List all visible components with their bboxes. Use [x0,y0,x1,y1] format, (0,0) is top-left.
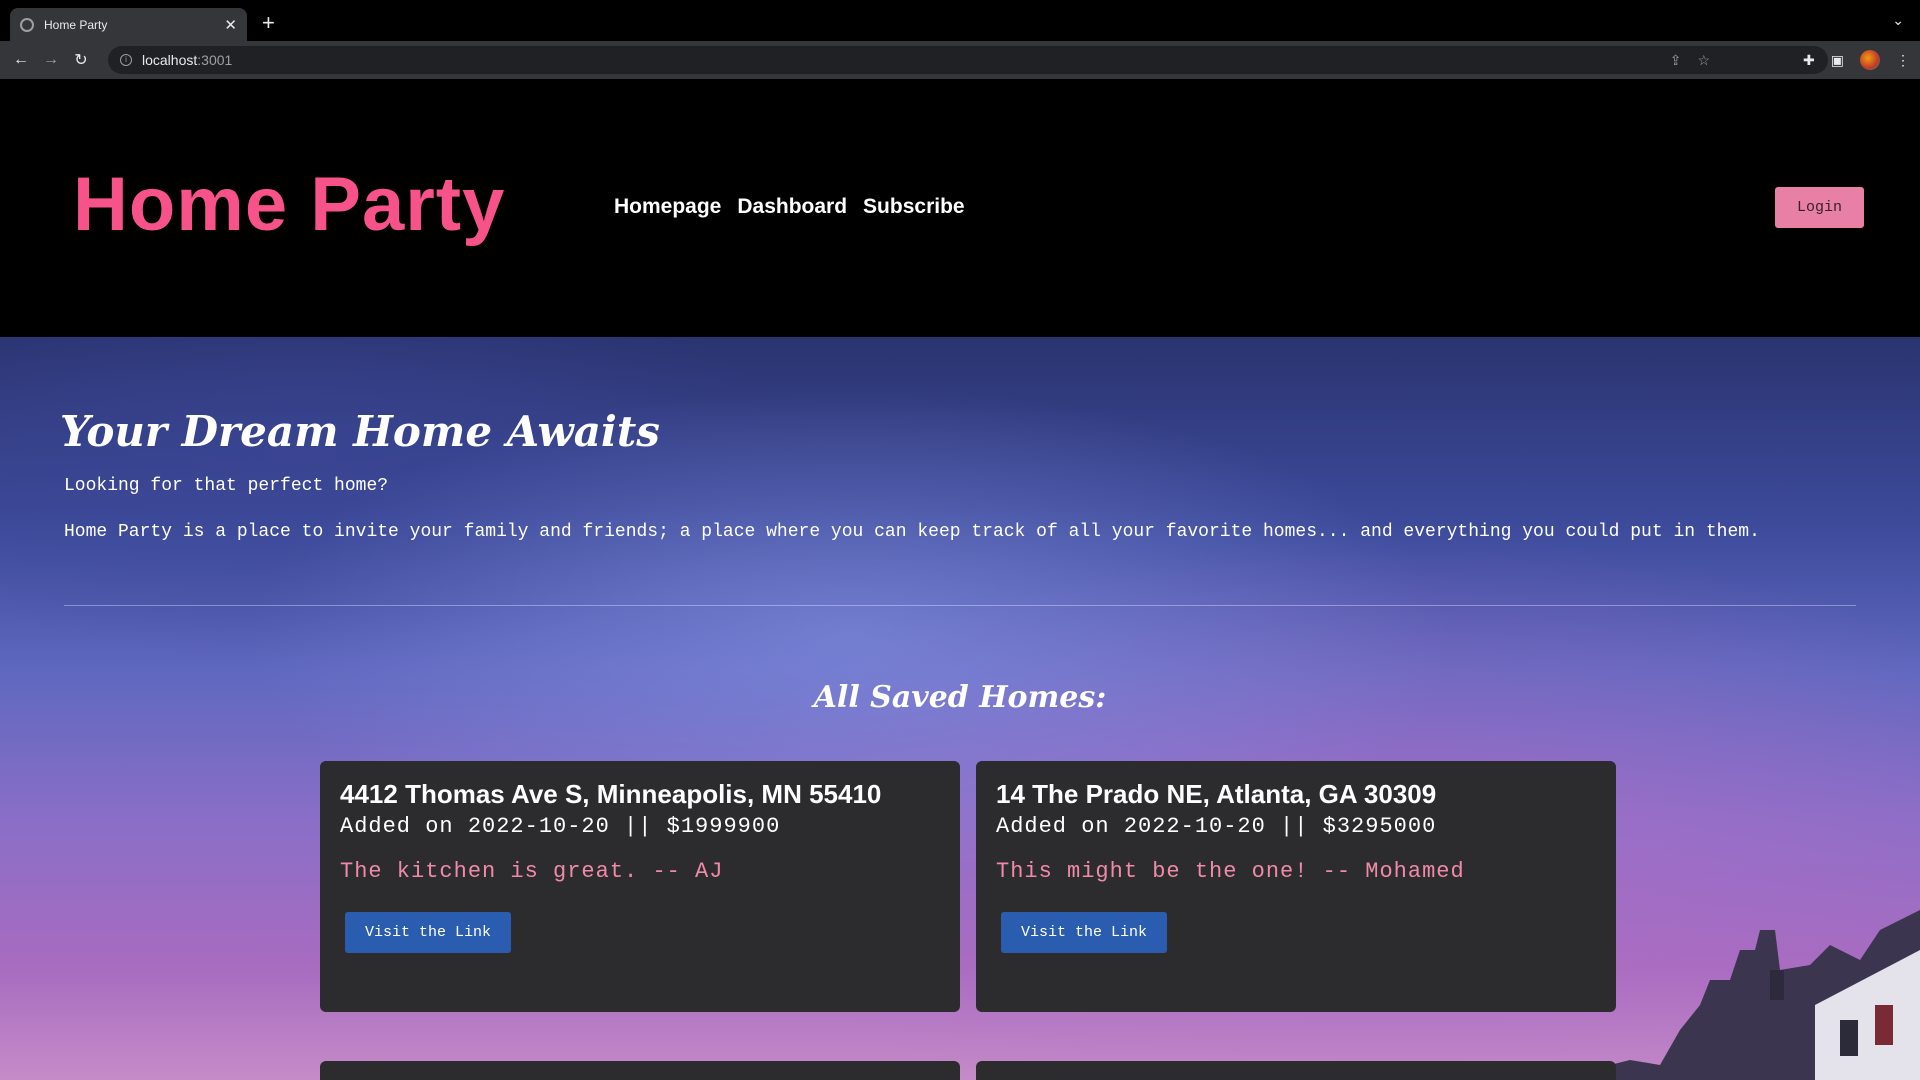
browser-tab-strip: Home Party ✕ + ⌄ [0,0,1920,41]
home-card-partial [976,1061,1616,1080]
login-button[interactable]: Login [1775,187,1864,228]
close-tab-icon[interactable]: ✕ [224,16,237,34]
browser-menu-icon[interactable]: ⋮ [1896,52,1910,69]
page-viewport: Home Party Homepage Dashboard Subscribe … [0,79,1920,1080]
home-address: 14 The Prado NE, Atlanta, GA 30309 [996,779,1437,809]
new-tab-icon[interactable]: + [262,10,275,36]
home-card: 14 The Prado NE, Atlanta, GA 30309 Added… [976,761,1616,1012]
visit-link-button[interactable]: Visit the Link [1001,912,1168,953]
brand-logo[interactable]: Home Party [73,161,505,248]
extensions-puzzle-icon[interactable]: ✚ [1803,52,1815,69]
browser-tab[interactable]: Home Party ✕ [10,8,247,41]
tab-search-icon[interactable]: ⌄ [1892,12,1904,29]
site-info-icon[interactable]: i [120,54,132,66]
home-address: 4412 Thomas Ave S, Minneapolis, MN 55410 [340,779,882,809]
url-text: localhost:3001 [142,52,233,68]
tab-title: Home Party [44,17,108,32]
home-note: This might be the one! -- Mohamed [996,859,1465,884]
globe-icon [20,17,34,32]
nav-subscribe[interactable]: Subscribe [863,195,965,219]
nav-homepage[interactable]: Homepage [614,195,721,219]
hero-description: Home Party is a place to invite your fam… [64,522,1760,542]
profile-avatar[interactable] [1860,50,1880,70]
nav-dashboard[interactable]: Dashboard [737,195,847,219]
bookmark-star-icon[interactable]: ☆ [1697,52,1710,69]
back-icon[interactable]: ← [6,51,36,69]
hero-title: Your Dream Home Awaits [60,407,660,456]
home-meta: Added on 2022-10-20 || $3295000 [996,814,1437,839]
home-card-partial [320,1061,960,1080]
house-silhouette-image [1590,910,1920,1080]
side-panel-icon[interactable]: ▣ [1831,52,1844,69]
site-header: Home Party Homepage Dashboard Subscribe … [0,79,1920,337]
hero-section: Your Dream Home Awaits Looking for that … [0,337,1920,1080]
divider [64,605,1856,606]
reload-icon[interactable]: ↻ [66,50,96,70]
saved-homes-title: All Saved Homes: [813,680,1107,715]
home-note: The kitchen is great. -- AJ [340,859,724,884]
browser-toolbar: ← → ↻ i localhost:3001 ⇪ ☆ ✚ ▣ ⋮ [0,41,1920,79]
home-card: 4412 Thomas Ave S, Minneapolis, MN 55410… [320,761,960,1012]
share-icon[interactable]: ⇪ [1670,52,1682,69]
address-bar[interactable]: i localhost:3001 ⇪ ☆ [108,46,1828,74]
hero-intro: Looking for that perfect home? [64,476,389,496]
home-meta: Added on 2022-10-20 || $1999900 [340,814,781,839]
visit-link-button[interactable]: Visit the Link [345,912,512,953]
forward-icon[interactable]: → [36,51,66,69]
main-nav: Homepage Dashboard Subscribe [614,195,965,219]
